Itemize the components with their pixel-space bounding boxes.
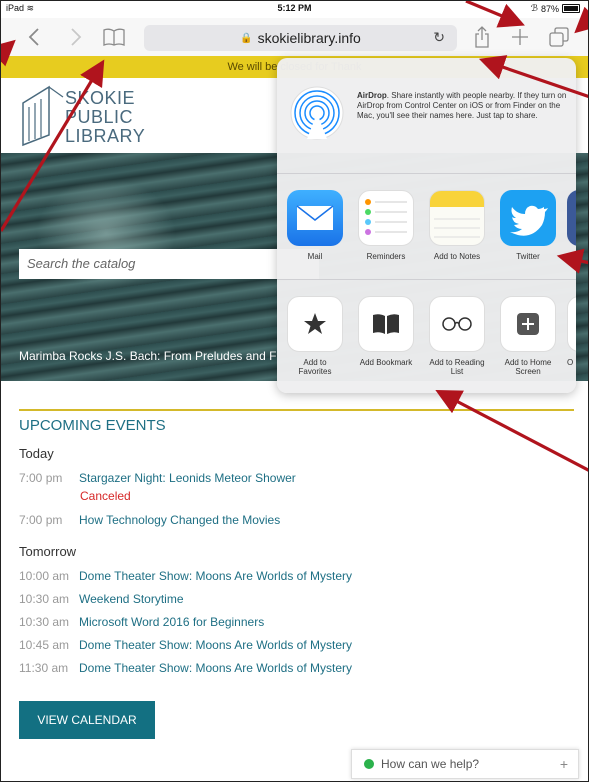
screenshot-frame: iPad ≋ 5:12 PM ℬ 87% 🔒 skokielibrary.inf… [0, 0, 589, 782]
event-row[interactable]: 10:30 am Microsoft Word 2016 for Beginner… [19, 615, 264, 629]
event-row[interactable]: 7:00 pm Stargazer Night: Leonids Meteor S… [19, 471, 296, 485]
battery-percent: 87% [540, 3, 559, 14]
event-status-canceled: Canceled [80, 489, 131, 503]
share-app-mail[interactable]: Mail [286, 190, 344, 261]
day-label-tomorrow: Tomorrow [19, 544, 77, 559]
bluetooth-icon: ℬ [530, 3, 538, 13]
section-divider [19, 409, 574, 411]
bookmark-book-icon [358, 296, 414, 352]
catalog-search-input[interactable]: Search the catalog [19, 249, 319, 279]
event-row[interactable]: 10:00 am Dome Theater Show: Moons Are Wor… [19, 569, 352, 583]
online-status-dot [364, 759, 374, 769]
forward-chevron-icon[interactable] [65, 23, 87, 51]
library-logo-text: SKOKIE PUBLIC LIBRARY [65, 88, 146, 146]
new-tab-plus-icon[interactable] [509, 23, 531, 51]
star-icon [287, 296, 343, 352]
expand-plus-icon[interactable]: + [560, 756, 568, 772]
share-app-reminders[interactable]: Reminders [357, 190, 415, 261]
share-actions-row: Add to Favorites Add Bookmark Add to Rea… [277, 280, 576, 393]
reload-icon[interactable]: ↻ [433, 29, 445, 46]
share-app-twitter[interactable]: Twitter [499, 190, 557, 261]
event-link[interactable]: Microsoft Word 2016 for Beginners [79, 615, 264, 629]
library-logo[interactable]: SKOKIE PUBLIC LIBRARY [19, 85, 199, 147]
events-heading: UPCOMING EVENTS [19, 417, 166, 434]
partial-action-icon [567, 296, 576, 352]
airdrop-description: AirDrop. Share instantly with people nea… [357, 91, 567, 120]
event-row[interactable]: 7:00 pm How Technology Changed the Movies [19, 513, 280, 527]
lock-icon: 🔒 [240, 32, 253, 44]
view-calendar-button[interactable]: VIEW CALENDAR [19, 701, 155, 739]
action-add-to-reading-list[interactable]: Add to Reading List [428, 296, 486, 376]
event-link[interactable]: Dome Theater Show: Moons Are Worlds of M… [79, 661, 352, 675]
help-chat-widget[interactable]: How can we help? + [351, 749, 579, 779]
mail-icon [287, 190, 343, 246]
share-apps-row: Mail Reminders Add to Notes Twitter [277, 174, 576, 280]
event-link[interactable]: Stargazer Night: Leonids Meteor Shower [79, 471, 296, 485]
action-partial[interactable]: O [567, 296, 576, 367]
status-bar: iPad ≋ 5:12 PM ℬ 87% [1, 1, 588, 17]
share-app-partial-icon[interactable] [567, 190, 576, 246]
share-icon[interactable] [471, 23, 493, 51]
reminders-icon [358, 190, 414, 246]
action-add-to-home-screen[interactable]: Add to Home Screen [499, 296, 557, 376]
help-chat-label: How can we help? [381, 757, 480, 771]
event-row[interactable]: 11:30 am Dome Theater Show: Moons Are Wor… [19, 661, 352, 675]
event-link[interactable]: How Technology Changed the Movies [79, 513, 280, 527]
airdrop-section[interactable]: AirDrop. Share instantly with people nea… [277, 58, 576, 174]
arrow-to-add-bookmark [435, 390, 588, 472]
airdrop-icon [290, 86, 344, 140]
bookmarks-book-icon[interactable] [101, 23, 127, 51]
address-bar[interactable]: 🔒 skokielibrary.info ↻ [144, 25, 457, 51]
library-logo-icon [22, 85, 64, 147]
notes-icon [429, 190, 485, 246]
share-app-notes[interactable]: Add to Notes [428, 190, 486, 261]
url-text: skokielibrary.info [257, 30, 361, 46]
twitter-bird-icon [500, 190, 556, 246]
add-square-icon [500, 296, 556, 352]
action-add-to-favorites[interactable]: Add to Favorites [286, 296, 344, 376]
hero-caption[interactable]: Marimba Rocks J.S. Bach: From Preludes a… [19, 349, 287, 363]
back-chevron-icon[interactable] [23, 23, 45, 51]
event-row[interactable]: 10:45 am Dome Theater Show: Moons Are Wor… [19, 638, 352, 652]
action-add-bookmark[interactable]: Add Bookmark [357, 296, 415, 367]
status-right: ℬ 87% [531, 3, 580, 14]
event-link[interactable]: Dome Theater Show: Moons Are Worlds of M… [79, 638, 352, 652]
glasses-icon [429, 296, 485, 352]
battery-icon [562, 4, 580, 13]
event-link[interactable]: Weekend Storytime [79, 592, 184, 606]
event-link[interactable]: Dome Theater Show: Moons Are Worlds of M… [79, 569, 352, 583]
status-time: 5:12 PM [277, 3, 312, 13]
tabs-icon[interactable] [548, 23, 570, 51]
safari-toolbar: 🔒 skokielibrary.info ↻ [1, 18, 588, 56]
event-row[interactable]: 10:30 am Weekend Storytime [19, 592, 184, 606]
day-label-today: Today [19, 446, 54, 461]
share-sheet: AirDrop. Share instantly with people nea… [277, 58, 576, 393]
